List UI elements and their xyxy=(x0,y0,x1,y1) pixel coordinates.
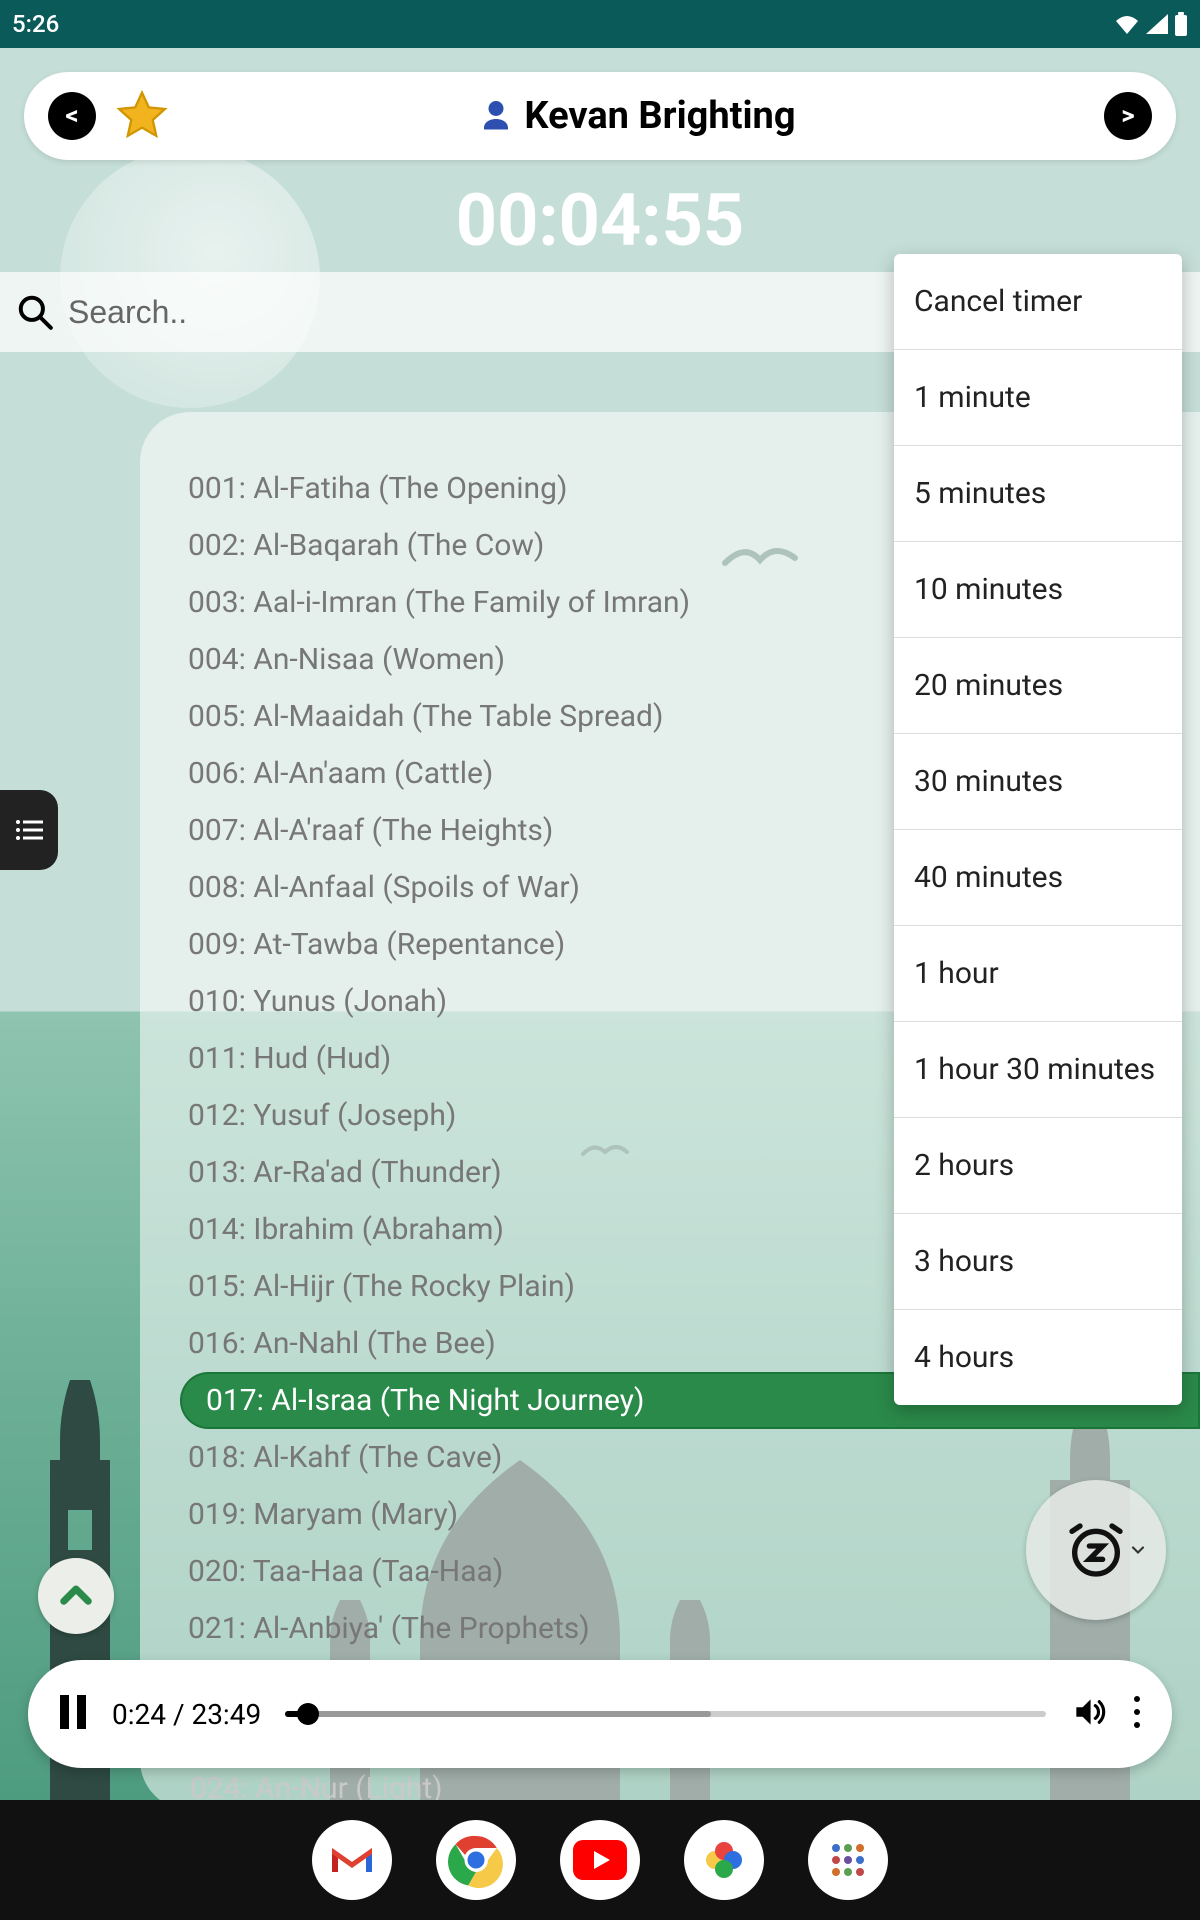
seek-thumb xyxy=(297,1703,319,1725)
player-time: 0:24 / 23:49 xyxy=(112,1698,261,1731)
elapsed-time: 0:24 xyxy=(112,1698,166,1731)
timer-menu-option[interactable]: 20 minutes xyxy=(894,638,1182,734)
apps-grid-icon xyxy=(828,1840,868,1880)
timer-menu-option[interactable]: 1 minute xyxy=(894,350,1182,446)
timer-menu-option[interactable]: 5 minutes xyxy=(894,446,1182,542)
battery-icon xyxy=(1174,12,1188,36)
timer-menu-option[interactable]: 2 hours xyxy=(894,1118,1182,1214)
prev-label: < xyxy=(65,101,78,131)
side-drawer-toggle[interactable] xyxy=(0,790,58,870)
pause-icon xyxy=(58,1695,88,1729)
timer-menu: Cancel timer1 minute5 minutes10 minutes2… xyxy=(894,254,1182,1405)
scroll-to-top-button[interactable] xyxy=(38,1558,114,1634)
seek-bar[interactable] xyxy=(285,1711,1046,1717)
pause-button[interactable] xyxy=(58,1695,88,1733)
search-icon xyxy=(16,293,54,331)
signal-icon xyxy=(1146,14,1168,34)
timer-menu-option[interactable]: 1 hour xyxy=(894,926,1182,1022)
chevron-down-icon xyxy=(1128,1540,1148,1560)
countdown-timer: 00:04:55 xyxy=(0,178,1200,263)
next-label: > xyxy=(1121,101,1134,131)
header-title: Kevan Brighting xyxy=(170,94,1104,138)
status-icons xyxy=(1114,12,1188,36)
prev-button[interactable]: < xyxy=(48,92,96,140)
timer-menu-option[interactable]: 30 minutes xyxy=(894,734,1182,830)
system-nav-bar xyxy=(0,1800,1200,1920)
timer-menu-option[interactable]: 1 hour 30 minutes xyxy=(894,1022,1182,1118)
volume-icon xyxy=(1070,1693,1108,1731)
app-drawer-icon[interactable] xyxy=(808,1820,888,1900)
chevron-up-icon xyxy=(55,1575,97,1617)
timer-menu-option[interactable]: 3 hours xyxy=(894,1214,1182,1310)
list-icon xyxy=(15,819,43,841)
timer-menu-option[interactable]: 40 minutes xyxy=(894,830,1182,926)
timer-menu-option[interactable]: 10 minutes xyxy=(894,542,1182,638)
status-time: 5:26 xyxy=(12,10,59,38)
more-vert-icon xyxy=(1132,1695,1142,1729)
volume-button[interactable] xyxy=(1070,1693,1108,1735)
gmail-icon xyxy=(328,1842,376,1878)
audio-player: 0:24 / 23:49 xyxy=(28,1660,1172,1768)
track-item[interactable]: 018: Al-Kahf (The Cave) xyxy=(188,1429,1200,1486)
person-icon xyxy=(478,98,514,134)
progress-loaded xyxy=(285,1711,711,1717)
more-options-button[interactable] xyxy=(1132,1695,1142,1733)
chrome-icon xyxy=(448,1832,504,1888)
time-separator: / xyxy=(166,1698,191,1731)
wifi-icon xyxy=(1114,14,1140,34)
timer-menu-option[interactable]: 4 hours xyxy=(894,1310,1182,1405)
photos-app-icon[interactable] xyxy=(684,1820,764,1900)
youtube-icon xyxy=(573,1840,627,1880)
snooze-alarm-icon xyxy=(1064,1518,1128,1582)
gmail-app-icon[interactable] xyxy=(312,1820,392,1900)
reciter-name: Kevan Brighting xyxy=(524,94,795,138)
timer-menu-option[interactable]: Cancel timer xyxy=(894,254,1182,350)
sleep-timer-button[interactable] xyxy=(1026,1480,1166,1620)
photos-icon xyxy=(699,1835,749,1885)
next-button[interactable]: > xyxy=(1104,92,1152,140)
total-time: 23:49 xyxy=(191,1698,261,1731)
chrome-app-icon[interactable] xyxy=(436,1820,516,1900)
youtube-app-icon[interactable] xyxy=(560,1820,640,1900)
favorite-star-icon[interactable] xyxy=(114,88,170,144)
track-item[interactable]: 021: Al-Anbiya' (The Prophets) xyxy=(188,1600,1200,1657)
header-bar: < Kevan Brighting > xyxy=(24,72,1176,160)
status-bar: 5:26 xyxy=(0,0,1200,48)
